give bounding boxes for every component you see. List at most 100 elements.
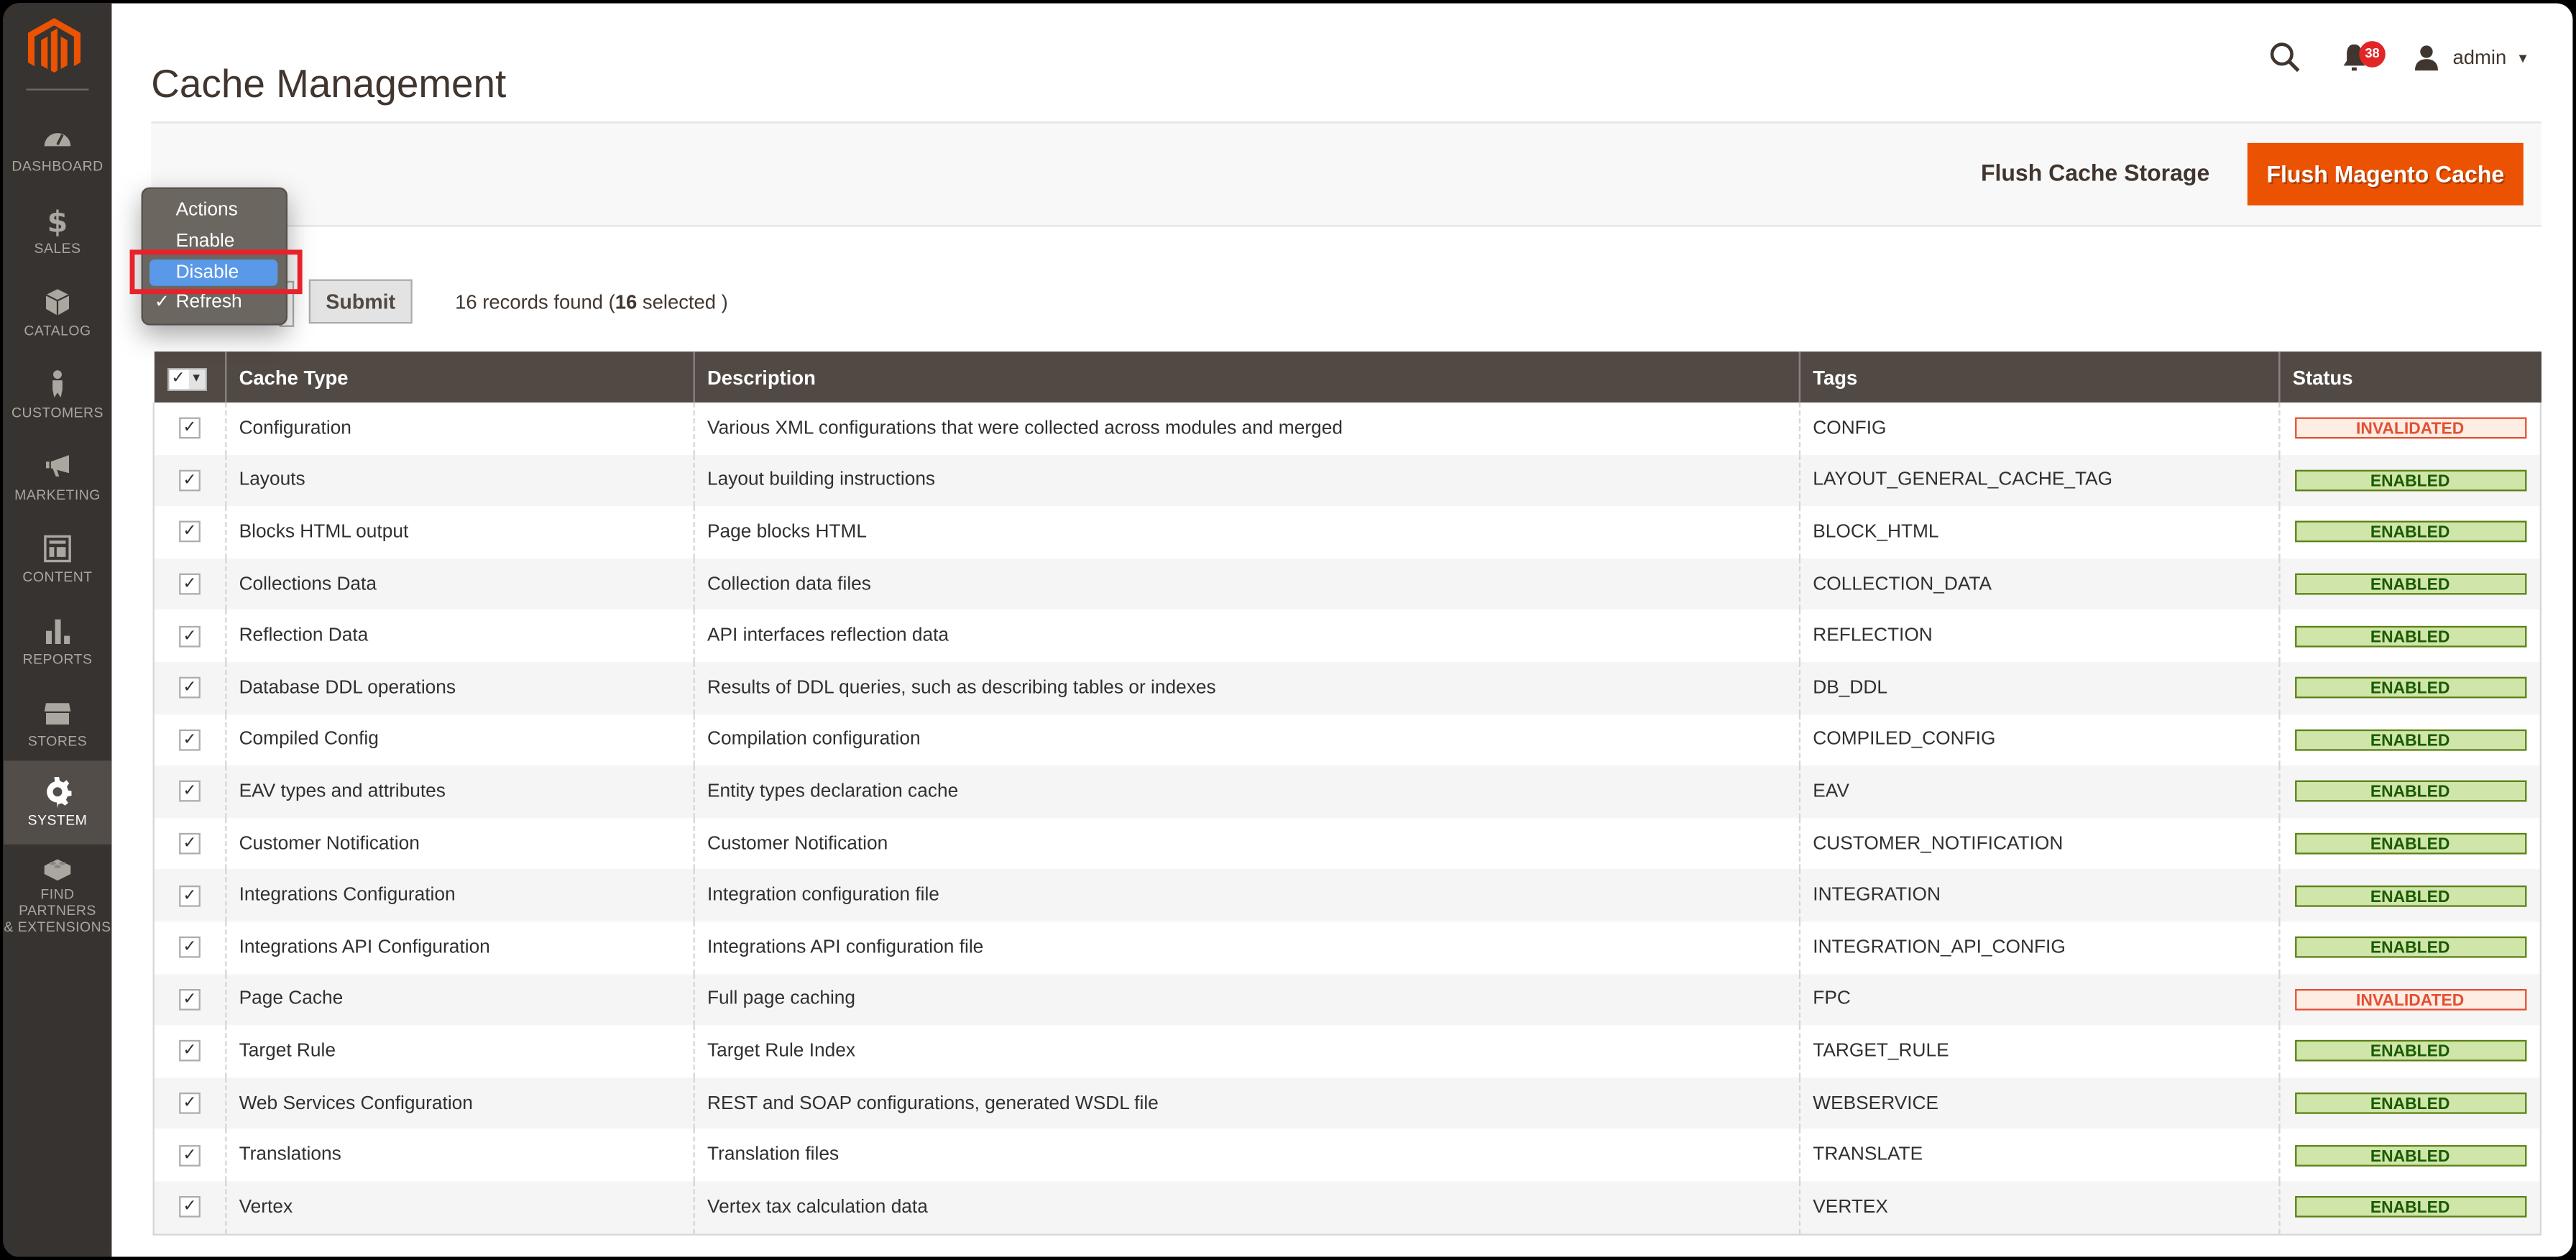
row-checkbox[interactable]: ✓ [179,937,201,959]
table-row[interactable]: ✓ Reflection Data API interfaces reflectio… [152,610,2542,663]
table-row[interactable]: ✓ Integrations Configuration Integration c… [152,869,2542,922]
table-row[interactable]: ✓ Vertex Vertex tax calculation data VERTEX… [152,1181,2542,1235]
row-checkbox[interactable]: ✓ [179,781,201,803]
mass-select-control[interactable]: ✓ ▼ [166,367,206,390]
sidebar-item-label: CUSTOMERS [12,404,104,421]
row-checkbox[interactable]: ✓ [179,885,201,906]
row-select-cell[interactable]: ✓ [152,1128,226,1182]
row-checkbox[interactable]: ✓ [179,418,201,439]
row-checkbox[interactable]: ✓ [179,1040,201,1062]
layout-icon [41,533,74,566]
table-row[interactable]: ✓ Compiled Config Compilation configuratio… [152,714,2542,766]
table-row[interactable]: ✓ Blocks HTML output Page blocks HTML BLOCK… [152,506,2542,558]
table-row[interactable]: ✓ Page Cache Full page caching FPC INVALIDAT… [152,973,2542,1026]
table-row[interactable]: ✓ Web Services Configuration REST and SOAP… [152,1077,2542,1129]
row-select-cell[interactable]: ✓ [152,610,226,663]
column-header-status[interactable]: Status [2278,351,2541,403]
column-header-tags[interactable]: Tags [1798,351,2279,403]
dropdown-option-label: Actions [175,200,238,221]
row-checkbox[interactable]: ✓ [179,729,201,751]
selected-count: 16 [615,290,638,314]
status-badge: INVALIDATED [2294,988,2526,1011]
sidebar-item-stores[interactable]: STORES [4,690,112,772]
row-checkbox[interactable]: ✓ [179,521,201,543]
row-select-cell[interactable]: ✓ [152,869,226,922]
row-checkbox[interactable]: ✓ [179,988,201,1011]
row-select-cell[interactable]: ✓ [152,558,226,610]
dropdown-option-refresh[interactable]: ✓ Refresh [150,289,277,316]
sidebar-item-reports[interactable]: REPORTS [4,608,112,690]
row-select-cell[interactable]: ✓ [152,506,226,558]
row-checkbox[interactable]: ✓ [179,677,201,699]
grid-header-row: ✓ ▼ Cache Type Description Tags Status [153,351,2541,403]
sidebar-item-system[interactable]: SYSTEM [3,760,112,845]
status-badge: ENABLED [2294,677,2526,699]
row-checkbox[interactable]: ✓ [179,1093,201,1114]
chevron-down-icon[interactable]: ▼ [188,369,205,389]
table-row[interactable]: ✓ Target Rule Target Rule Index TARGET_RULE… [152,1025,2542,1077]
gear-icon [41,776,74,809]
row-select-cell[interactable]: ✓ [152,1025,226,1077]
table-row[interactable]: ✓ Translations Translation files TRANSLATE E… [152,1128,2542,1182]
dropdown-option-enable[interactable]: Enable [150,229,277,255]
tags-cell: CONFIG [1798,402,2279,455]
dollar-icon: $ [41,203,74,239]
table-row[interactable]: ✓ Collections Data Collection data files CO… [152,558,2542,610]
column-header-description[interactable]: Description [692,351,1799,403]
tags-cell: REFLECTION [1798,610,2279,663]
row-checkbox[interactable]: ✓ [179,1196,201,1218]
sidebar-item-customers[interactable]: CUSTOMERS [4,362,112,443]
row-select-cell[interactable]: ✓ [152,662,226,714]
sidebar-item-label: DASHBOARD [12,157,104,175]
magento-logo[interactable] [27,18,80,77]
row-select-cell[interactable]: ✓ [152,921,226,974]
sidebar-item-label: MARKETING [14,486,101,503]
table-row[interactable]: ✓ Configuration Various XML configurations… [152,402,2542,455]
sidebar-item-find-partners-extensions[interactable]: FIND PARTNERS & EXTENSIONS [4,846,112,935]
row-select-cell[interactable]: ✓ [152,765,226,818]
status-badge: ENABLED [2294,729,2526,751]
flush-magento-cache-button[interactable]: Flush Magento Cache [2247,142,2524,206]
row-select-cell[interactable]: ✓ [152,817,226,870]
sidebar-item-sales[interactable]: $ SALES [4,197,112,279]
table-row[interactable]: ✓ Integrations API Configuration Integrati… [152,921,2542,974]
row-checkbox[interactable]: ✓ [179,625,201,647]
column-header-cache-type[interactable]: Cache Type [224,351,694,403]
status-badge: ENABLED [2294,1040,2526,1062]
status-cell: ENABLED [2278,454,2542,507]
notification-count-badge[interactable]: 38 [2359,41,2386,68]
sidebar-item-catalog[interactable]: CATALOG [4,280,112,362]
row-select-cell[interactable]: ✓ [152,1077,226,1129]
row-select-cell[interactable]: ✓ [152,402,226,455]
tags-cell: TARGET_RULE [1798,1025,2279,1077]
table-row[interactable]: ✓ Customer Notification Customer Notificat… [152,817,2542,870]
table-row[interactable]: ✓ Layouts Layout building instructions LAYO… [152,454,2542,507]
row-select-cell[interactable]: ✓ [152,714,226,766]
sidebar-item-dashboard[interactable]: DASHBOARD [4,115,112,197]
submit-button[interactable]: Submit [308,279,413,324]
dropdown-option-actions[interactable]: Actions [150,197,277,224]
tags-cell: COLLECTION_DATA [1798,558,2279,610]
table-row[interactable]: ✓ Database DDL operations Results of DDL q… [152,662,2542,714]
mass-select-header[interactable]: ✓ ▼ [153,351,226,403]
row-checkbox[interactable]: ✓ [179,469,201,492]
row-checkbox[interactable]: ✓ [179,1144,201,1166]
dropdown-option-disable[interactable]: Disable [149,259,278,286]
cache-type-cell: Collections Data [224,558,694,610]
cache-type-cell: Compiled Config [224,714,694,766]
records-prefix: 16 records found ( [455,290,615,314]
admin-user-menu[interactable]: admin ▼ [2414,41,2529,74]
sidebar-item-marketing[interactable]: MARKETING [4,443,112,525]
flush-cache-storage-button[interactable]: Flush Cache Storage [1981,160,2209,186]
row-checkbox[interactable]: ✓ [179,832,201,855]
description-cell: Entity types declaration cache [692,765,1799,818]
row-checkbox[interactable]: ✓ [179,573,201,595]
row-select-cell[interactable]: ✓ [152,973,226,1026]
row-select-cell[interactable]: ✓ [152,454,226,507]
sidebar-item-content[interactable]: CONTENT [4,525,112,607]
table-row[interactable]: ✓ EAV types and attributes Entity types de… [152,765,2542,818]
row-select-cell[interactable]: ✓ [152,1181,226,1235]
search-icon[interactable] [2269,41,2302,74]
records-count: 16 records found (16 selected ) [455,291,728,314]
cache-type-cell: Vertex [224,1181,694,1235]
